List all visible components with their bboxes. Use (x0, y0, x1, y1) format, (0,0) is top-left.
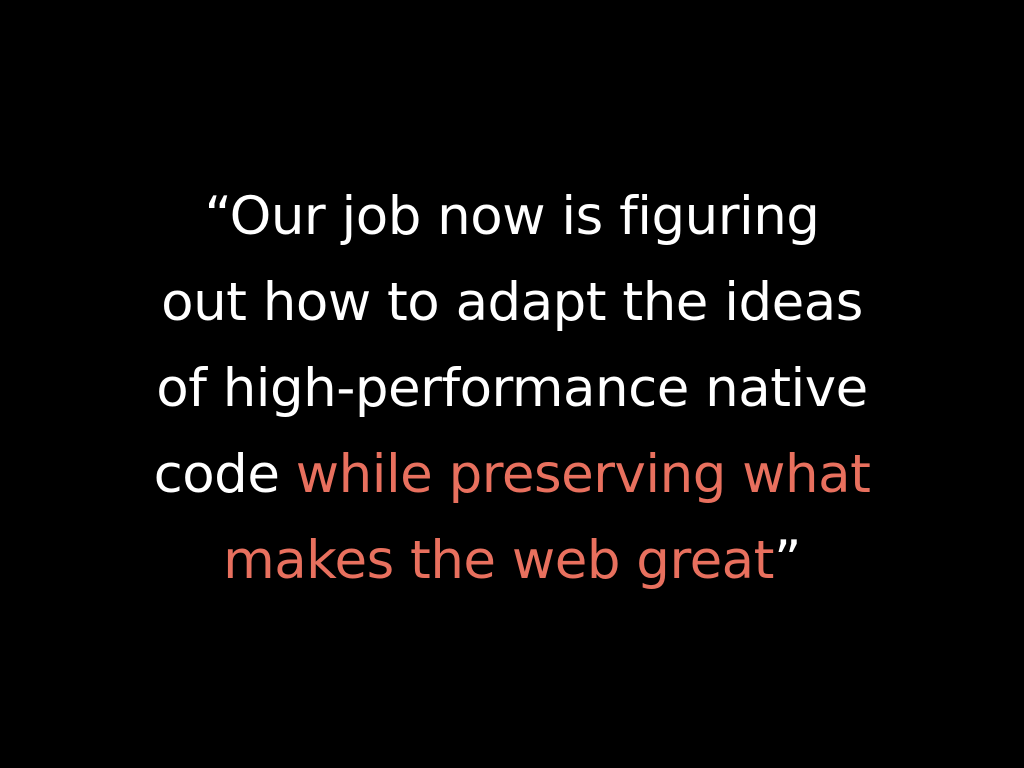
quote-line-4-plain: code (153, 444, 296, 505)
slide: “Our job now is figuring out how to adap… (0, 0, 1024, 768)
quote-line-3: of high-performance native (156, 358, 868, 419)
closing-quote-mark: ” (773, 530, 801, 591)
quote-line-1: “Our job now is figuring (204, 186, 820, 247)
quote-line-5: makes the web great” (62, 518, 962, 604)
quote-line-2: out how to adapt the ideas (161, 272, 863, 333)
quote-text: “Our job now is figuring out how to adap… (62, 174, 962, 604)
quote-highlight-1: while preserving what (295, 444, 871, 505)
quote-highlight-2: makes the web great (223, 530, 774, 591)
quote-line-4: code while preserving what (62, 432, 962, 518)
